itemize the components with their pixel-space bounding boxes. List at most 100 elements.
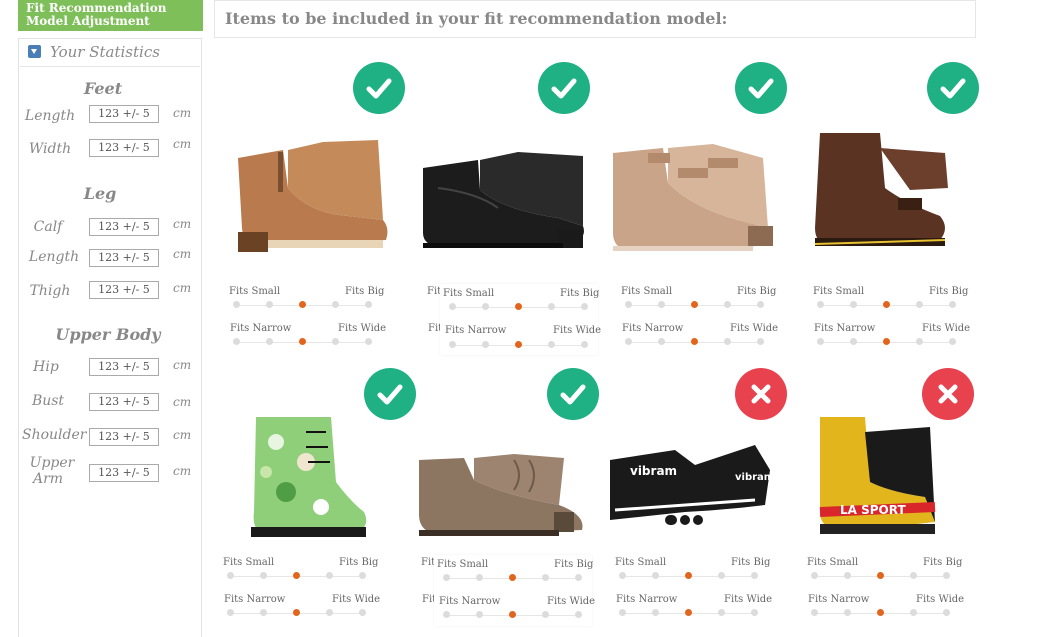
width-slider-handle[interactable] — [877, 609, 884, 616]
foot-width-input[interactable]: 123 +/- 5 — [89, 139, 159, 157]
fits-small-label: Fits Small — [813, 286, 865, 297]
width-slider-stop[interactable] — [619, 609, 626, 616]
width-slider-stop[interactable] — [581, 341, 588, 348]
size-slider-stop[interactable] — [718, 572, 725, 579]
width-slider-stop[interactable] — [266, 338, 273, 345]
size-slider-stop[interactable] — [365, 301, 372, 308]
width-slider-stop[interactable] — [652, 609, 659, 616]
width-slider-handle[interactable] — [293, 609, 300, 616]
hip-input[interactable]: 123 +/- 5 — [89, 358, 159, 376]
calf-input[interactable]: 123 +/- 5 — [89, 218, 159, 236]
width-slider-stop[interactable] — [227, 609, 234, 616]
size-slider-stop[interactable] — [811, 572, 818, 579]
size-slider-stop[interactable] — [724, 301, 731, 308]
upper-arm-input[interactable]: 123 +/- 5 — [89, 464, 159, 482]
size-slider-stop[interactable] — [359, 572, 366, 579]
leg-length-input[interactable]: 123 +/- 5 — [89, 249, 159, 267]
width-slider-stop[interactable] — [482, 341, 489, 348]
include-toggle-4[interactable] — [927, 62, 979, 114]
size-slider-stop[interactable] — [658, 301, 665, 308]
width-slider-stop[interactable] — [817, 338, 824, 345]
size-slider-stop[interactable] — [943, 572, 950, 579]
include-toggle-2[interactable] — [538, 62, 590, 114]
width-slider-stop[interactable] — [658, 338, 665, 345]
size-slider-handle[interactable] — [877, 572, 884, 579]
width-slider-stop[interactable] — [844, 609, 851, 616]
width-slider-stop[interactable] — [233, 338, 240, 345]
width-slider-stop[interactable] — [943, 609, 950, 616]
calf-unit: cm — [173, 217, 192, 231]
width-slider-handle[interactable] — [509, 611, 516, 618]
size-slider-stop[interactable] — [910, 572, 917, 579]
width-slider-stop[interactable] — [751, 609, 758, 616]
width-slider-stop[interactable] — [449, 341, 456, 348]
width-slider-stop[interactable] — [718, 609, 725, 616]
size-slider-stop[interactable] — [916, 301, 923, 308]
width-slider-stop[interactable] — [724, 338, 731, 345]
width-slider-stop[interactable] — [332, 338, 339, 345]
size-slider-stop[interactable] — [619, 572, 626, 579]
width-slider-handle[interactable] — [691, 338, 698, 345]
size-slider-handle[interactable] — [293, 572, 300, 579]
size-slider-stop[interactable] — [757, 301, 764, 308]
collapse-icon[interactable] — [28, 45, 41, 58]
width-slider-stop[interactable] — [850, 338, 857, 345]
width-slider-handle[interactable] — [515, 341, 522, 348]
size-slider-stop[interactable] — [625, 301, 632, 308]
include-toggle-1[interactable] — [353, 62, 405, 114]
size-slider-stop[interactable] — [266, 301, 273, 308]
width-slider-stop[interactable] — [260, 609, 267, 616]
size-slider-stop[interactable] — [326, 572, 333, 579]
size-slider-stop[interactable] — [332, 301, 339, 308]
include-toggle-3[interactable] — [735, 62, 787, 114]
width-slider-stop[interactable] — [575, 611, 582, 618]
width-slider-stop[interactable] — [910, 609, 917, 616]
size-slider-stop[interactable] — [443, 574, 450, 581]
size-slider-stop[interactable] — [476, 574, 483, 581]
width-slider-stop[interactable] — [542, 611, 549, 618]
exclude-toggle-7[interactable] — [735, 368, 787, 420]
upper-arm-unit: cm — [173, 464, 192, 478]
width-slider-handle[interactable] — [685, 609, 692, 616]
size-slider-stop[interactable] — [751, 572, 758, 579]
size-slider-stop[interactable] — [575, 574, 582, 581]
thigh-input[interactable]: 123 +/- 5 — [89, 281, 159, 299]
size-slider-stop[interactable] — [548, 303, 555, 310]
size-slider-handle[interactable] — [515, 303, 522, 310]
width-slider-stop[interactable] — [625, 338, 632, 345]
size-slider-stop[interactable] — [949, 301, 956, 308]
size-slider-handle[interactable] — [509, 574, 516, 581]
width-slider-stop[interactable] — [359, 609, 366, 616]
width-slider-stop[interactable] — [548, 341, 555, 348]
bust-input[interactable]: 123 +/- 5 — [89, 393, 159, 411]
fits-wide-label: Fits Wide — [916, 594, 965, 605]
width-slider-handle[interactable] — [299, 338, 306, 345]
foot-length-input[interactable]: 123 +/- 5 — [89, 105, 159, 123]
size-slider-handle[interactable] — [691, 301, 698, 308]
size-slider-stop[interactable] — [652, 572, 659, 579]
width-slider-stop[interactable] — [916, 338, 923, 345]
size-slider-stop[interactable] — [581, 303, 588, 310]
shoulder-input[interactable]: 123 +/- 5 — [89, 428, 159, 446]
size-slider-stop[interactable] — [817, 301, 824, 308]
size-slider-handle[interactable] — [883, 301, 890, 308]
width-slider-stop[interactable] — [811, 609, 818, 616]
width-slider-stop[interactable] — [326, 609, 333, 616]
width-slider-stop[interactable] — [365, 338, 372, 345]
width-slider-stop[interactable] — [757, 338, 764, 345]
size-slider-stop[interactable] — [227, 572, 234, 579]
include-toggle-6[interactable] — [547, 368, 599, 420]
size-slider-handle[interactable] — [299, 301, 306, 308]
size-slider-stop[interactable] — [233, 301, 240, 308]
width-slider-stop[interactable] — [476, 611, 483, 618]
size-slider-stop[interactable] — [844, 572, 851, 579]
size-slider-handle[interactable] — [685, 572, 692, 579]
size-slider-stop[interactable] — [449, 303, 456, 310]
size-slider-stop[interactable] — [482, 303, 489, 310]
width-slider-handle[interactable] — [883, 338, 890, 345]
size-slider-stop[interactable] — [542, 574, 549, 581]
size-slider-stop[interactable] — [260, 572, 267, 579]
width-slider-stop[interactable] — [443, 611, 450, 618]
width-slider-stop[interactable] — [949, 338, 956, 345]
size-slider-stop[interactable] — [850, 301, 857, 308]
